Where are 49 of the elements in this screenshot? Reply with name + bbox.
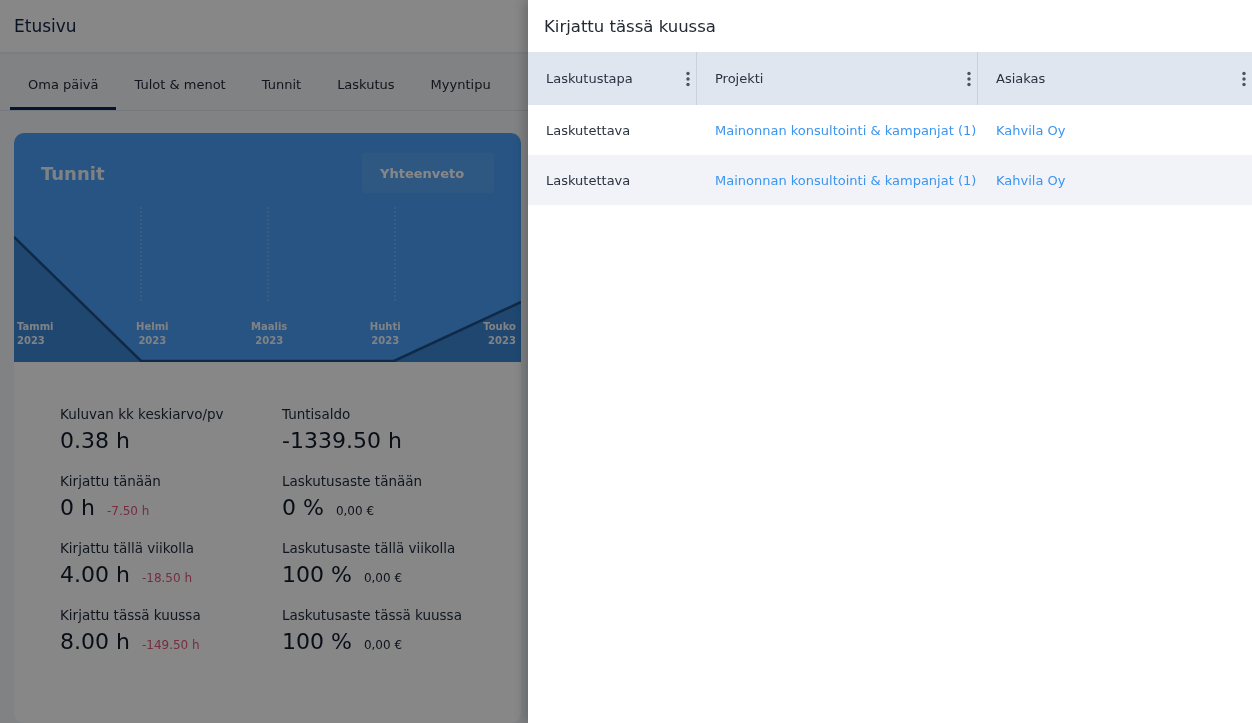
stat-label: Kirjattu tässä kuussa — [60, 607, 202, 623]
hours-difference: -149.50 h — [141, 638, 200, 652]
more-options-icon[interactable] — [967, 70, 971, 87]
stat-label: Laskutusaste tänään — [282, 473, 424, 489]
table-link[interactable]: Kahvila Oy — [996, 172, 1066, 188]
stat-label: Kuluvan kk keskiarvo/pv — [60, 406, 225, 422]
stat-value: 100 % — [282, 562, 352, 587]
table-link[interactable]: Mainonnan konsultointi & kampanjat (1) — [715, 122, 977, 138]
tab[interactable]: Tulot & menot — [116, 52, 244, 110]
stat-value: 0.38 h — [60, 428, 130, 453]
tab[interactable]: Oma päivä — [10, 52, 117, 110]
amount: 0,00 € — [363, 638, 403, 652]
table-cell: Laskutettava — [546, 122, 631, 138]
amount: 0,00 € — [363, 571, 403, 585]
stat-label: Kirjattu tällä viikolla — [60, 540, 196, 556]
column-title: Projekti — [715, 71, 764, 86]
table-cell: Laskutettava — [546, 172, 631, 188]
month-label: Huhti 2023 — [369, 320, 401, 348]
card-title: Tunnit — [41, 162, 105, 184]
more-options-icon[interactable] — [1242, 70, 1246, 87]
month-label: Tammi 2023 — [17, 320, 54, 348]
stat-value: 0 h — [60, 495, 95, 520]
stat-label: Laskutusaste tässä kuussa — [282, 607, 463, 623]
drawer-title: Kirjattu tässä kuussa — [544, 16, 716, 36]
column-title: Laskutustapa — [546, 71, 633, 86]
table-link[interactable]: Kahvila Oy — [996, 122, 1066, 138]
hours-difference: -7.50 h — [106, 504, 150, 518]
stat-label: Kirjattu tänään — [60, 473, 162, 489]
month-label: Maalis 2023 — [251, 320, 288, 348]
stat-value: 4.00 h — [60, 562, 130, 587]
column-header[interactable]: Projekti — [697, 52, 978, 105]
stat-value: -1339.50 h — [282, 428, 402, 453]
stat-label: Laskutusaste tällä viikolla — [282, 540, 457, 556]
column-title: Asiakas — [996, 71, 1046, 86]
stat-value: 8.00 h — [60, 629, 130, 654]
amount: 0,00 € — [335, 504, 375, 518]
month-label: Helmi 2023 — [136, 320, 169, 348]
stat-value: 0 % — [282, 495, 324, 520]
column-header[interactable]: Asiakas — [978, 52, 1252, 105]
page-title: Etusivu — [14, 16, 77, 36]
more-options-icon[interactable] — [686, 70, 690, 87]
tab[interactable]: Laskutus — [319, 52, 413, 110]
tab[interactable]: Myyntipu — [412, 52, 493, 110]
hours-difference: -18.50 h — [141, 571, 193, 585]
stat-label: Tuntisaldo — [282, 406, 352, 422]
month-label: Touko 2023 — [483, 320, 516, 348]
column-header[interactable]: Laskutustapa — [528, 52, 697, 105]
tab[interactable]: Tunnit — [243, 52, 320, 110]
stat-value: 100 % — [282, 629, 352, 654]
